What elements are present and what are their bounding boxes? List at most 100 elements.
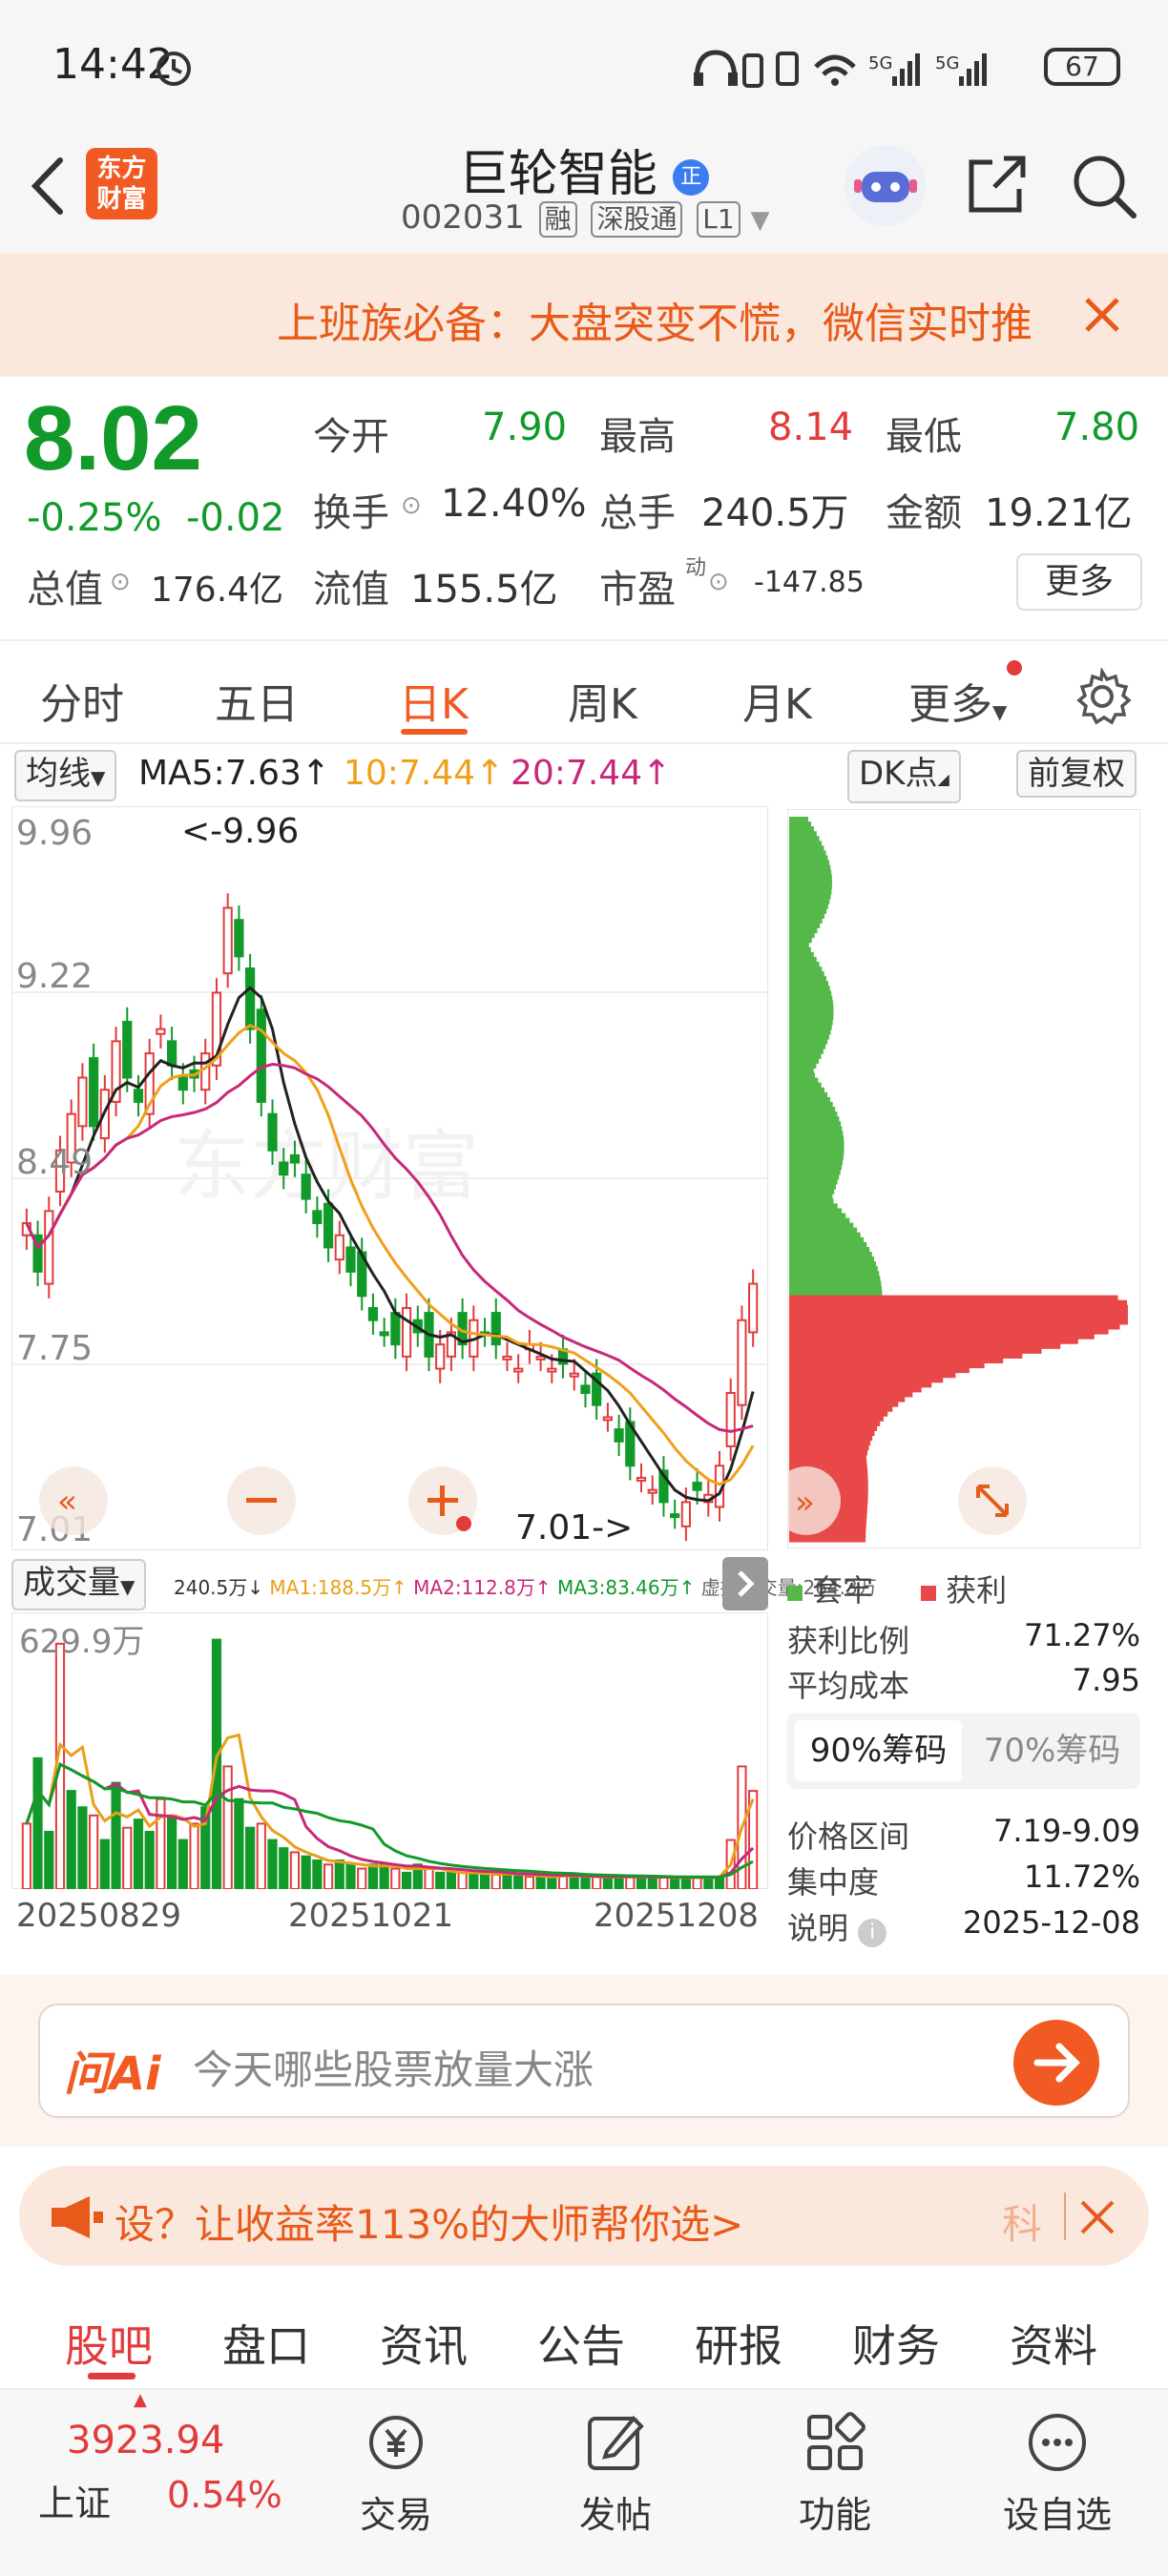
nav-functions[interactable]: 功能 <box>759 2409 911 2538</box>
tab-monthly-k[interactable]: 月K <box>742 670 812 731</box>
volume-bar <box>21 1822 31 1890</box>
tab-five-day[interactable]: 五日 <box>215 670 299 731</box>
volume-bar <box>569 1876 579 1890</box>
chevron-right-icon[interactable] <box>722 1557 768 1610</box>
chip-bar <box>789 1280 882 1286</box>
share-icon[interactable] <box>964 151 1031 218</box>
chip-bar <box>789 1261 877 1267</box>
more-button[interactable]: 更多 <box>1016 553 1142 611</box>
promo-banner[interactable]: 设？让收益率113%的大师帮你选> 科 <box>19 2166 1149 2266</box>
index-ticker[interactable]: ▲ 3923.94 上证 0.54% <box>0 2390 286 2576</box>
chip-bar <box>789 976 827 982</box>
concentration-value: 11.72% <box>1023 1859 1140 1895</box>
volume-bar <box>625 1876 636 1890</box>
pe-label: 市盈 <box>599 568 676 612</box>
info-icon[interactable]: ⊙ <box>708 568 729 596</box>
volume-value: 240.5万 <box>701 491 849 535</box>
stock-code-row[interactable]: 002031 融 深股通 L1 ▼ <box>401 198 770 238</box>
tab-forum[interactable]: 股吧 <box>65 2312 153 2375</box>
tab-intraday[interactable]: 分时 <box>40 670 124 731</box>
tab-orderbook[interactable]: 盘口 <box>222 2312 310 2375</box>
tab-chip-90[interactable]: 90%筹码 <box>795 1720 962 1781</box>
volume-bar <box>435 1871 446 1891</box>
search-icon[interactable] <box>1069 151 1140 222</box>
volume-chart[interactable]: 629.9万 20250829 <box>10 1611 769 1934</box>
info-icon[interactable]: ⊙ <box>401 491 422 520</box>
nav-post[interactable]: 发帖 <box>539 2409 692 2538</box>
stock-header: 东方 财富 巨轮智能 正 002031 融 深股通 L1 ▼ <box>0 134 1168 253</box>
nav-watchlist[interactable]: 设自选 <box>981 2409 1134 2538</box>
zoom-out-button[interactable] <box>227 1466 296 1535</box>
close-icon[interactable] <box>1083 296 1121 334</box>
chip-bar <box>789 894 831 900</box>
chip-bar <box>789 932 815 939</box>
chip-bar <box>789 1285 882 1292</box>
candle-body <box>323 1202 334 1249</box>
chip-bar <box>789 1372 956 1379</box>
kline-chart[interactable]: 东方财富 9.96 9.22 8.49 7.75 7.01 <-9.96 7.0… <box>10 805 769 1551</box>
expand-icon[interactable] <box>958 1466 1027 1535</box>
ai-send-button[interactable] <box>1013 2020 1099 2106</box>
chip-bar <box>789 1299 1128 1306</box>
ma-selector-label: 均线 <box>26 755 91 793</box>
candle-body <box>602 1416 613 1422</box>
chip-bar <box>789 1082 822 1089</box>
tab-profile[interactable]: 资料 <box>1010 2312 1097 2375</box>
zoom-in-button[interactable] <box>408 1466 477 1535</box>
tab-chip-70[interactable]: 70%筹码 <box>969 1720 1136 1781</box>
chip-bar <box>789 937 812 944</box>
tab-news[interactable]: 资讯 <box>380 2312 468 2375</box>
note-row[interactable]: 说明 i <box>787 1904 887 1948</box>
active-tab-indicator <box>401 729 468 735</box>
chip-bar <box>789 1367 970 1374</box>
index-name: 上证 <box>38 2483 112 2524</box>
chip-bar <box>789 1440 871 1446</box>
ai-search-input[interactable]: 今天哪些股票放量大涨 <box>193 2038 594 2096</box>
arrow-right-icon <box>1033 2043 1080 2083</box>
chip-bar <box>789 1028 831 1035</box>
mktcap-value: 176.4亿 <box>151 571 284 610</box>
scroll-left-button[interactable]: « <box>39 1466 108 1535</box>
chip-bar <box>789 855 828 862</box>
volume-label: 总手 <box>599 491 676 535</box>
tab-financials[interactable]: 财务 <box>852 2312 940 2375</box>
tab-daily-k[interactable]: 日K <box>399 670 469 731</box>
tab-research[interactable]: 研报 <box>695 2312 782 2375</box>
tab-announcements[interactable]: 公告 <box>537 2312 625 2375</box>
chip-bar <box>789 1005 834 1011</box>
dk-point-label: DK点 <box>859 755 938 793</box>
volume-bar <box>323 1863 334 1890</box>
volume-bar <box>122 1826 133 1890</box>
ma-selector[interactable]: 均线▼ <box>14 750 117 801</box>
tab-more[interactable]: 更多▼ <box>908 670 1007 731</box>
info-icon[interactable]: ⊙ <box>110 568 131 596</box>
chip-bar <box>789 1236 865 1243</box>
volume-total: 240.5万↓ <box>174 1576 264 1599</box>
chip-bar <box>789 1227 858 1234</box>
chip-bar <box>789 1135 845 1141</box>
volume-bar <box>289 1851 301 1891</box>
adjust-button[interactable]: 前复权 <box>1016 750 1137 798</box>
nav-watchlist-label: 设自选 <box>1002 2494 1112 2536</box>
robot-avatar-icon[interactable] <box>845 145 926 226</box>
chip-bar <box>789 986 830 991</box>
chip-distribution[interactable]: » <box>772 808 1141 1549</box>
chip-bar <box>789 1053 822 1059</box>
mktcap-label: 总值 <box>27 568 103 612</box>
volume-selector-label: 成交量 <box>23 1564 120 1602</box>
dk-point-button[interactable]: DK点◢ <box>847 750 961 803</box>
ai-search-box[interactable]: 问Ai 今天哪些股票放量大涨 <box>38 2004 1130 2118</box>
volume-selector[interactable]: 成交量▼ <box>11 1559 147 1610</box>
nav-trade[interactable]: 交易 <box>320 2409 472 2538</box>
tab-weekly-k[interactable]: 周K <box>568 670 637 731</box>
close-icon[interactable] <box>1078 2198 1116 2236</box>
y-label-3: 8.49 <box>16 1143 93 1182</box>
settings-gear-icon[interactable] <box>1074 668 1131 725</box>
chip-bar <box>789 1343 1061 1349</box>
candle-body <box>156 1028 166 1035</box>
notice-banner[interactable]: 上班族必备：大盘突变不慌，微信实时推 <box>0 253 1168 377</box>
volume-bar <box>390 1867 401 1891</box>
candle-body <box>547 1367 557 1373</box>
stock-code: 002031 <box>401 198 525 237</box>
chip-bar <box>789 1174 840 1180</box>
